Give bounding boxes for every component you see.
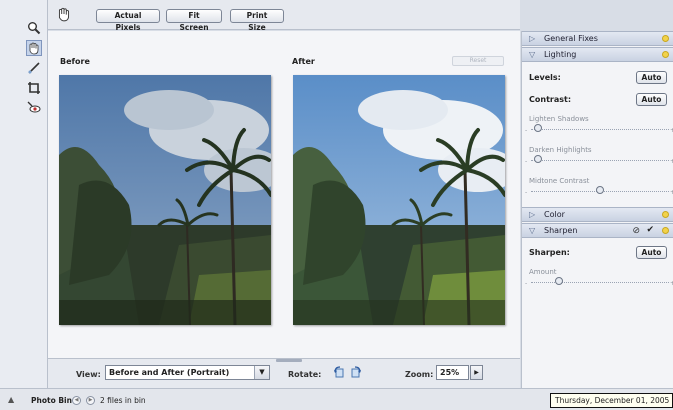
after-label: After [292,57,315,66]
zoom-arrow-icon[interactable]: ▶ [470,365,483,380]
chevron-down-icon[interactable]: ▼ [254,366,269,379]
toolbox [0,0,48,388]
zoom-input[interactable]: 25% [436,365,469,380]
cancel-icon[interactable]: ⊘ [632,225,640,238]
slider-min-label: - [525,280,528,287]
color-title: Color [544,210,565,219]
levels-label: Levels: [529,73,561,82]
tip-bulb-icon[interactable] [662,35,669,42]
prev-photo-icon[interactable]: ◀ [72,396,81,405]
view-bar: View: Before and After (Portrait) ▼ Rota… [48,358,520,388]
slider-min-label: - [525,127,528,134]
midtone-contrast-slider[interactable]: - + [525,186,673,196]
view-select[interactable]: Before and After (Portrait) ▼ [105,365,270,380]
tip-bulb-icon[interactable] [662,51,669,58]
tip-bulb-icon[interactable] [662,211,669,218]
hand-icon [56,6,72,22]
rotate-left-icon[interactable] [333,366,345,378]
slider-thumb[interactable] [554,277,563,285]
rotate-label: Rotate: [288,370,322,379]
zoom-tool-icon[interactable] [26,20,42,36]
date-tooltip: Thursday, December 01, 2005 [550,393,673,408]
after-photo [293,75,505,325]
quick-fix-palette: ▷ General Fixes ▽ Lighting Levels: Auto … [521,31,673,388]
print-size-button[interactable]: Print Size [230,9,284,32]
color-header[interactable]: ▷ Color [522,207,673,222]
levels-auto-button[interactable]: Auto [636,71,667,84]
commit-check-icon[interactable]: ✔ [646,224,654,237]
contrast-auto-button[interactable]: Auto [636,93,667,106]
lighten-shadows-slider[interactable]: - + [525,124,673,134]
actual-pixels-button[interactable]: Actual Pixels [96,9,160,32]
general-fixes-title: General Fixes [544,34,598,43]
collapse-triangle-icon: ▽ [529,226,536,235]
red-eye-tool-icon[interactable] [26,100,42,116]
general-fixes-header[interactable]: ▷ General Fixes [522,31,673,46]
rotate-right-icon[interactable] [350,366,362,378]
bin-toggle-icon[interactable]: ▲ [8,395,14,404]
tip-bulb-icon[interactable] [662,227,669,234]
status-bar: ▲ Photo Bin ◀ ▶ 2 files in bin Thursday,… [0,388,673,410]
sharpen-header[interactable]: ▽ Sharpen ⊘ ✔ [522,223,673,238]
sharpen-auto-button[interactable]: Auto [636,246,667,259]
view-select-value: Before and After (Portrait) [109,368,230,377]
sharpen-title: Sharpen [544,226,578,235]
resize-grip[interactable] [276,359,302,362]
view-label: View: [76,370,101,379]
options-bar: Actual Pixels Fit Screen Print Size [48,0,520,32]
photo-bin-label[interactable]: Photo Bin [31,396,72,405]
slider-min-label: - [525,158,528,165]
next-photo-icon[interactable]: ▶ [86,396,95,405]
slider-thumb[interactable] [533,155,542,163]
amount-label: Amount [529,268,557,276]
amount-slider[interactable]: - + [525,277,673,287]
slider-thumb[interactable] [533,124,542,132]
zoom-label: Zoom: [405,370,434,379]
file-count: 2 files in bin [100,396,146,405]
slider-min-label: - [525,189,528,196]
fit-screen-button[interactable]: Fit Screen [166,9,222,32]
contrast-label: Contrast: [529,95,572,104]
collapse-triangle-icon: ▽ [529,50,536,59]
expand-triangle-icon: ▷ [529,34,536,43]
midtone-contrast-label: Midtone Contrast [529,177,590,185]
lighting-title: Lighting [544,50,577,59]
lighting-header[interactable]: ▽ Lighting [522,47,673,62]
darken-highlights-slider[interactable]: - + [525,155,673,165]
before-label: Before [60,57,90,66]
expand-triangle-icon: ▷ [529,210,536,219]
reset-button[interactable]: Reset [452,56,504,66]
hand-tool-icon[interactable] [26,40,42,56]
darken-highlights-label: Darken Highlights [529,146,592,154]
crop-tool-icon[interactable] [26,80,42,96]
straighten-tool-icon[interactable] [26,60,42,76]
slider-thumb[interactable] [596,186,604,194]
canvas-area: Before After Reset [48,31,520,358]
sharpen-label: Sharpen: [529,248,570,257]
before-photo [59,75,271,325]
lighten-shadows-label: Lighten Shadows [529,115,589,123]
